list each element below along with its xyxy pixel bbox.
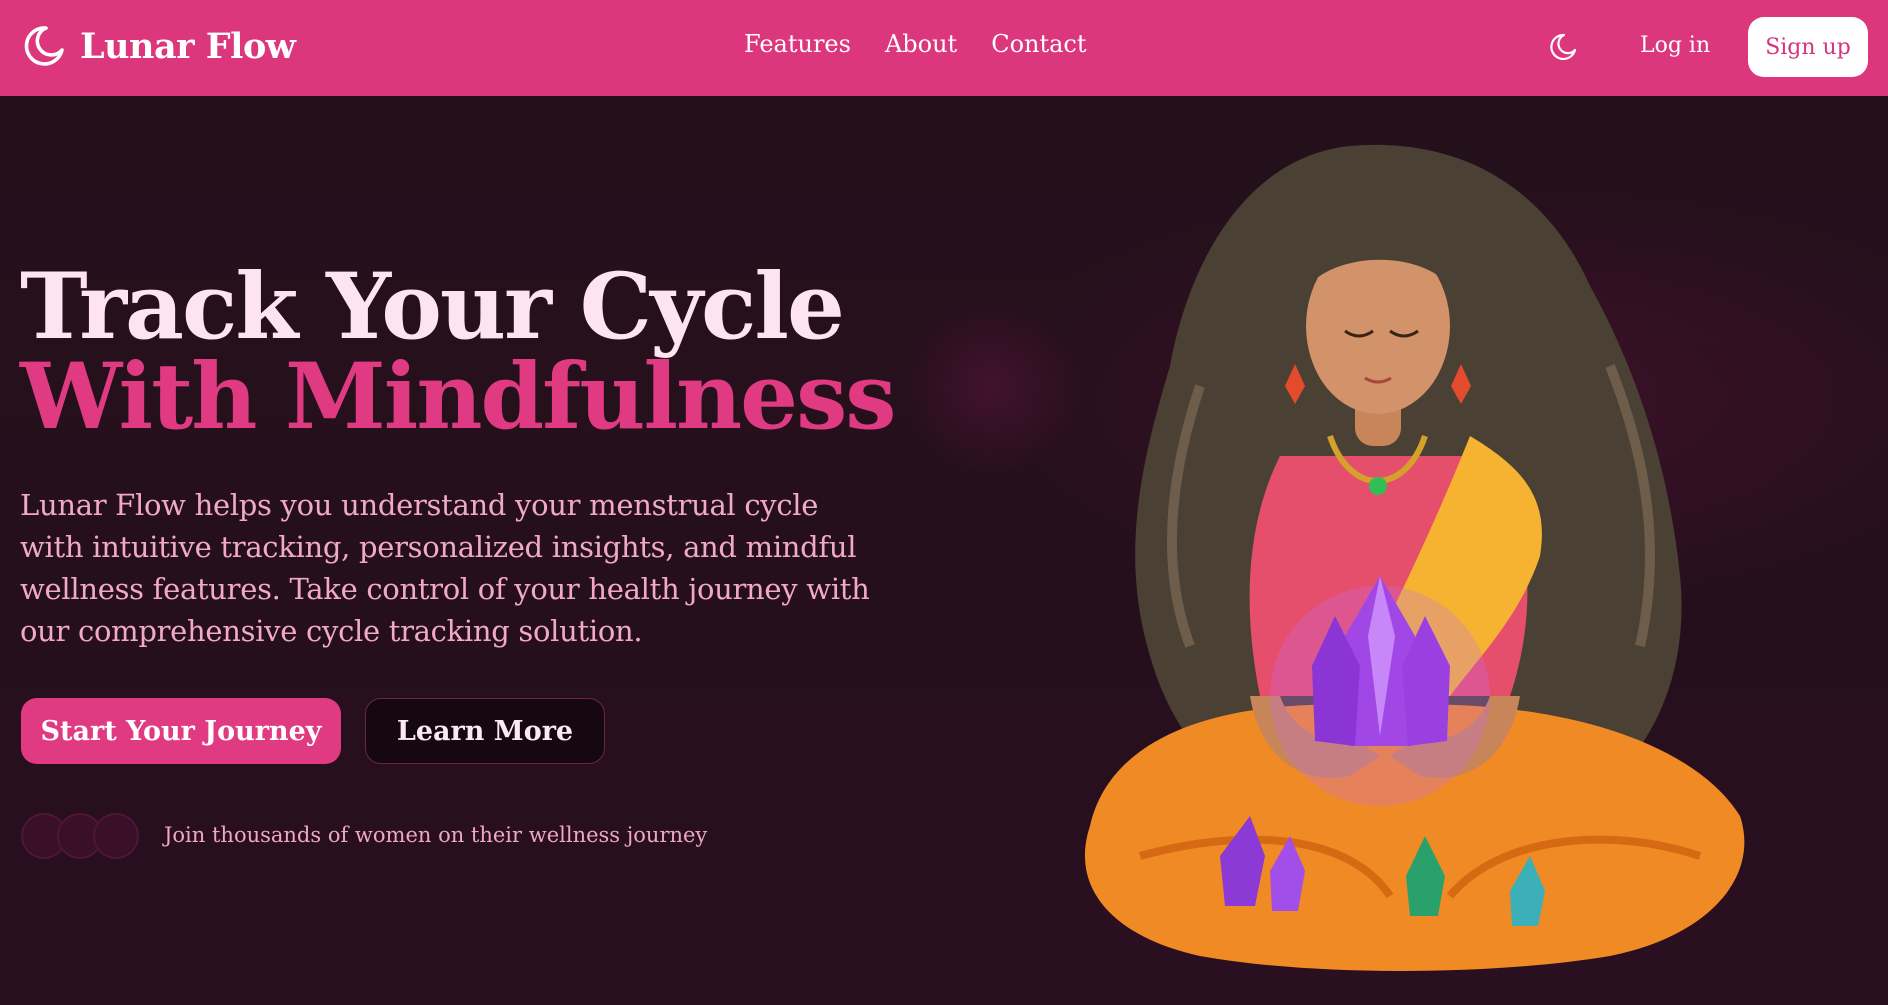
nav-link-contact[interactable]: Contact	[991, 30, 1086, 58]
theme-toggle-moon-icon[interactable]	[1548, 32, 1578, 62]
main-nav: Features About Contact	[744, 30, 1087, 58]
learn-more-button[interactable]: Learn More	[365, 698, 605, 764]
start-journey-button[interactable]: Start Your Journey	[21, 698, 341, 764]
hero-description: Lunar Flow helps you understand your men…	[20, 488, 870, 648]
meditating-woman-illustration	[1084, 144, 1745, 971]
nav-link-about[interactable]: About	[885, 30, 957, 58]
nav-link-features[interactable]: Features	[744, 30, 851, 58]
hero-title-line1: Track Your Cycle	[20, 254, 845, 360]
social-proof-text: Join thousands of women on their wellnes…	[164, 823, 708, 847]
brand-logo[interactable]: Lunar Flow	[22, 24, 296, 68]
brand-name: Lunar Flow	[80, 25, 296, 67]
top-navbar: Lunar Flow Features About Contact Log in…	[0, 0, 1888, 96]
signup-button[interactable]: Sign up	[1748, 17, 1868, 77]
avatar	[93, 813, 139, 859]
login-link[interactable]: Log in	[1640, 33, 1710, 58]
hero-title-line2: With Mindfulness	[20, 344, 897, 450]
avatar-stack	[21, 813, 143, 859]
moon-icon	[24, 26, 64, 66]
